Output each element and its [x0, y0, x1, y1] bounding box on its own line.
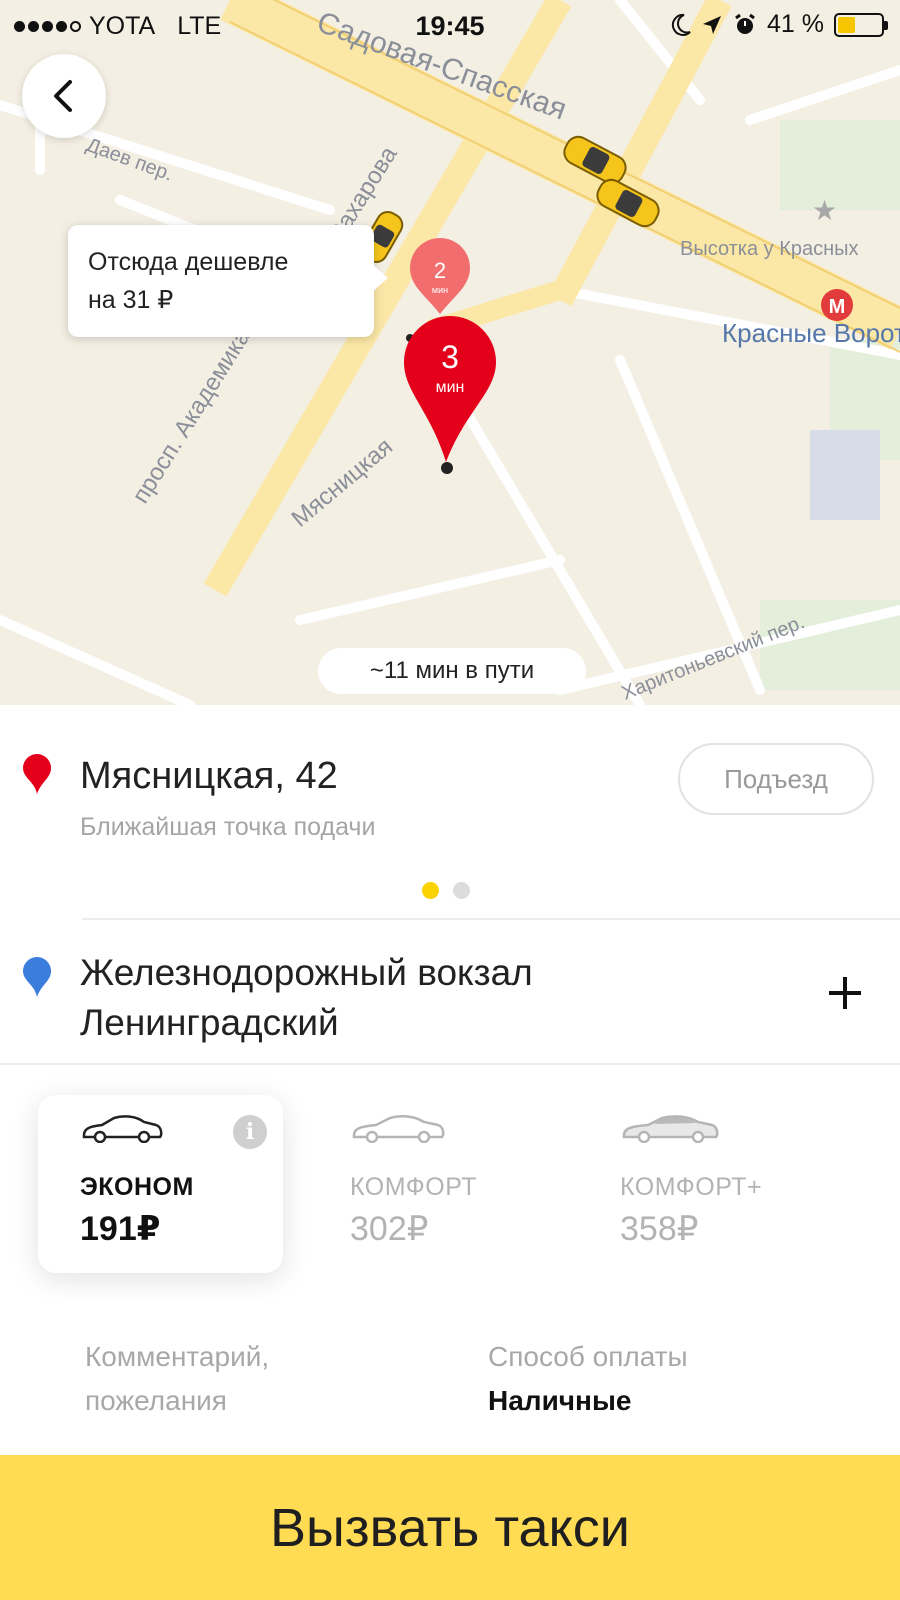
- payment-value: Наличные: [488, 1385, 632, 1416]
- page-indicator: [422, 882, 470, 899]
- map-view[interactable]: Садовая-Спасская Даев пер. Сахарова прос…: [0, 0, 900, 705]
- page-dot: [453, 882, 470, 899]
- comment-wishes-button[interactable]: Комментарий, пожелания: [85, 1335, 385, 1423]
- location-arrow-icon: [703, 15, 722, 34]
- status-bar: YOTA LTE 19:45 41 %: [0, 0, 900, 50]
- battery-icon: [834, 12, 888, 37]
- tooltip-line: Отсюда дешевле: [88, 248, 289, 276]
- metro-label: Красные Ворота: [722, 318, 900, 348]
- street-label: просп. Академика: [127, 324, 256, 509]
- car-icon: [622, 1115, 719, 1143]
- moon-icon: [671, 13, 691, 36]
- pin-minutes: 2: [434, 258, 446, 283]
- tariff-name: ЭКОНОМ: [80, 1173, 194, 1201]
- pin-unit: мин: [432, 285, 448, 295]
- tariff-name: КОМФОРТ: [350, 1173, 478, 1201]
- road: [0, 615, 195, 705]
- route-time-badge: ~11 мин в пути: [318, 648, 586, 694]
- park-area: [780, 120, 900, 210]
- tooltip-line: на 31 ₽: [88, 286, 174, 314]
- route-end-point: [441, 462, 453, 474]
- pin-unit: мин: [436, 379, 465, 396]
- page-dot-active: [422, 882, 439, 899]
- info-icon[interactable]: i: [233, 1115, 267, 1149]
- destination-line: Железнодорожный вокзал: [80, 952, 533, 993]
- destination-pin-icon: [23, 957, 51, 997]
- destination-section[interactable]: Железнодорожный вокзал Ленинградский: [0, 920, 900, 1065]
- tariff-selector[interactable]: i ЭКОНОМ 191₽ КОМФОРТ 302₽ КОМФОРТ+ 358₽: [0, 1065, 900, 1300]
- call-taxi-button[interactable]: Вызвать такси: [0, 1455, 900, 1600]
- tariff-price: 302₽: [350, 1210, 429, 1248]
- alarm-icon: [735, 13, 755, 34]
- map-canvas[interactable]: Садовая-Спасская Даев пер. Сахарова прос…: [0, 0, 900, 705]
- comment-line: пожелания: [85, 1385, 227, 1416]
- tariff-comfort[interactable]: КОМФОРТ 302₽: [308, 1095, 553, 1273]
- battery-percent: 41 %: [767, 10, 824, 38]
- destination-address[interactable]: Железнодорожный вокзал Ленинградский: [80, 948, 533, 1048]
- car-icon: [352, 1115, 445, 1143]
- back-button[interactable]: [22, 54, 106, 138]
- battery-fill: [838, 16, 856, 33]
- destination-line: Ленинградский: [80, 1002, 339, 1043]
- pickup-pin-icon: [23, 754, 51, 794]
- tariff-name: КОМФОРТ+: [620, 1173, 763, 1201]
- status-right: 41 %: [669, 10, 888, 39]
- tariff-comfort-plus[interactable]: КОМФОРТ+ 358₽: [578, 1095, 823, 1273]
- star-icon: ★: [812, 194, 837, 227]
- poi-label: Высотка у Красных: [680, 238, 859, 260]
- pickup-section[interactable]: Мясницкая, 42 Ближайшая точка подачи Под…: [0, 705, 900, 920]
- cheaper-here-tooltip[interactable]: Отсюда дешевле на 31 ₽: [68, 225, 388, 337]
- car-icon: [82, 1115, 163, 1143]
- tariff-price: 191₽: [80, 1210, 161, 1248]
- payment-label: Способ оплаты: [488, 1341, 688, 1372]
- order-options: Комментарий, пожелания Способ оплаты Нал…: [0, 1300, 900, 1455]
- entrance-button[interactable]: Подъезд: [678, 743, 874, 815]
- pickup-alt-pin[interactable]: 2 мин: [410, 238, 470, 314]
- chevron-left-icon: [54, 80, 72, 112]
- add-stop-icon[interactable]: [820, 968, 870, 1018]
- comment-line: Комментарий,: [85, 1341, 270, 1372]
- pickup-address[interactable]: Мясницкая, 42: [80, 755, 338, 798]
- payment-method-button[interactable]: Способ оплаты Наличные: [488, 1335, 688, 1423]
- road: [295, 555, 565, 625]
- pickup-subtitle: Ближайшая точка подачи: [80, 813, 376, 841]
- pin-minutes: 3: [441, 339, 459, 375]
- building-block: [810, 430, 880, 520]
- metro-letter: М: [829, 296, 846, 318]
- tariff-economy[interactable]: i ЭКОНОМ 191₽: [38, 1095, 283, 1273]
- tariff-price: 358₽: [620, 1210, 699, 1248]
- road: [745, 65, 900, 125]
